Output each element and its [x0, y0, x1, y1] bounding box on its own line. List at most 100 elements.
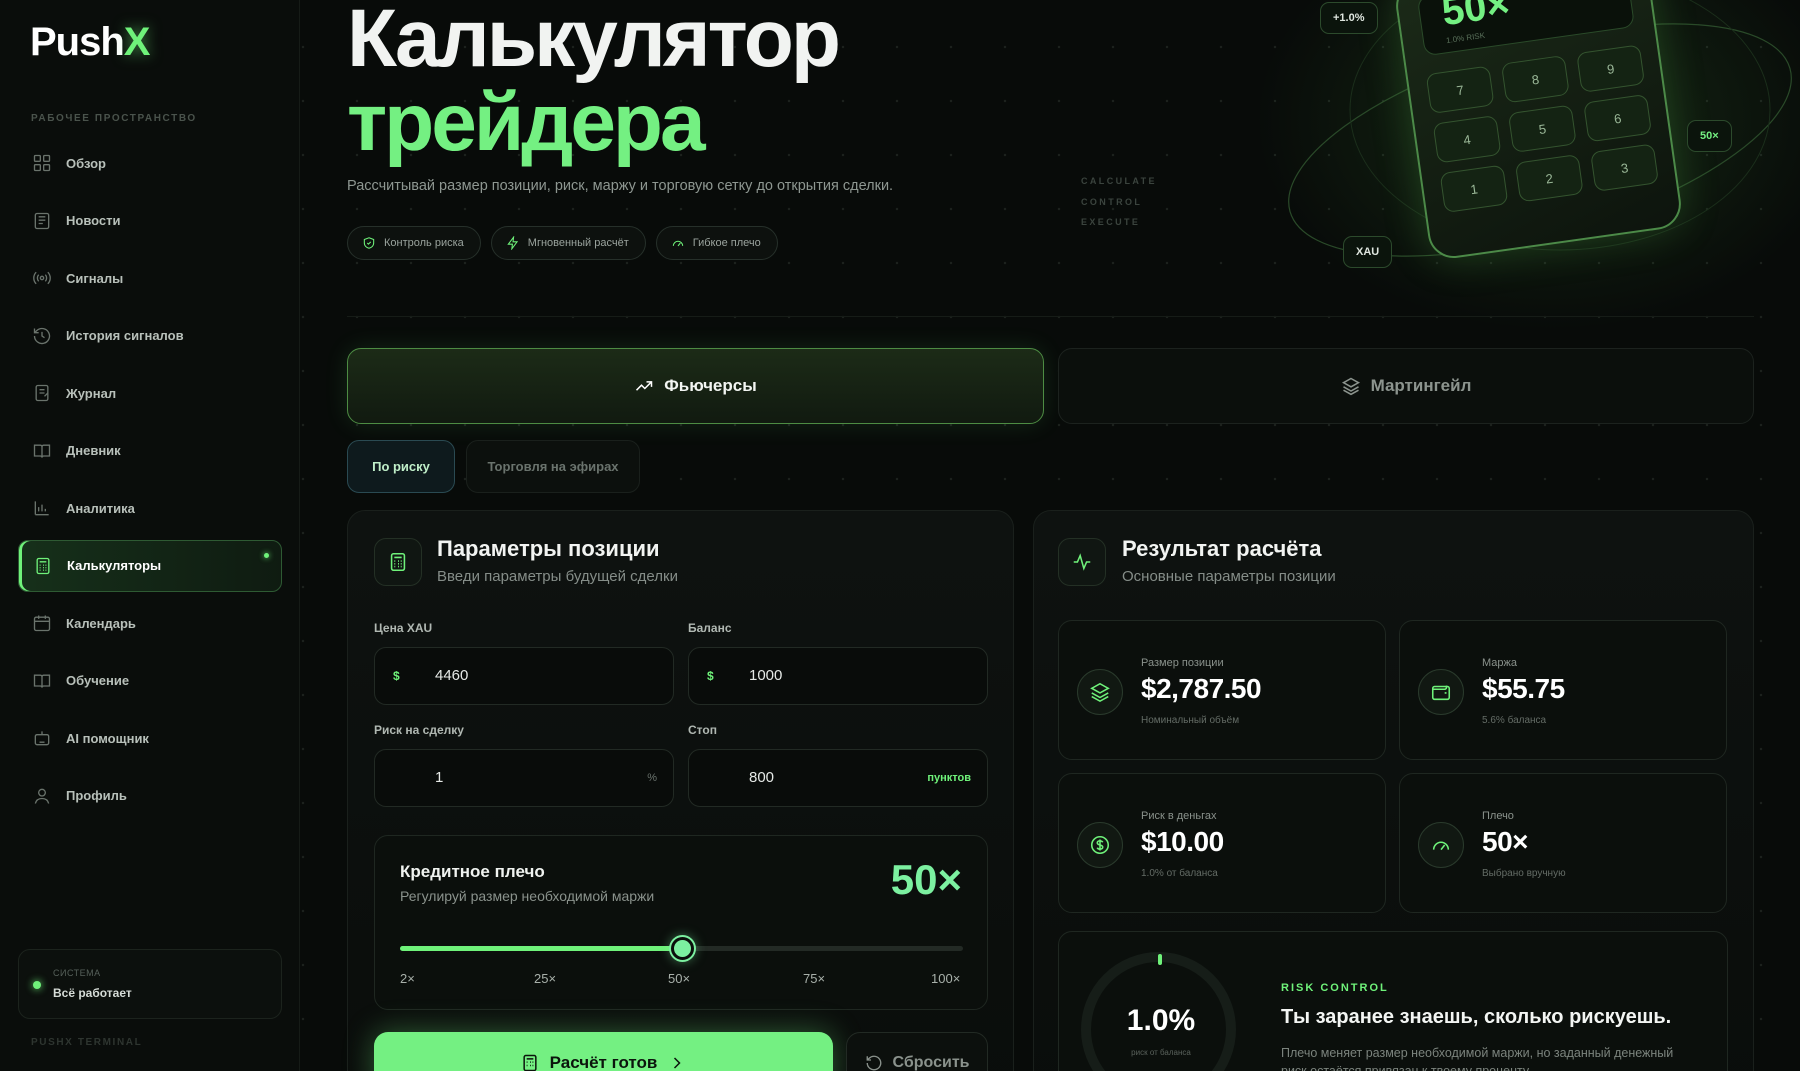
- chip-instant-calc: Мгновенный расчёт: [490, 226, 646, 260]
- calculator-key: 6: [1583, 93, 1653, 143]
- calculator-key: 2: [1514, 153, 1584, 203]
- stat-icon: [1418, 669, 1464, 715]
- dollar-circle-icon: [1090, 835, 1110, 855]
- hero-divider: [347, 316, 1754, 317]
- hero-tag-asset: XAU: [1343, 236, 1393, 268]
- wallet-icon: [1431, 685, 1451, 701]
- reset-button-label: Сбросить: [892, 1054, 970, 1071]
- calculate-button[interactable]: Расчёт готов: [374, 1032, 833, 1071]
- workspace-section-label: РАБОЧЕЕ ПРОСТРАНСТВО: [31, 113, 197, 124]
- leverage-slider-fill: [400, 946, 682, 951]
- sidebar-item-overview[interactable]: Обзор: [18, 137, 282, 189]
- stat-icon: [1418, 822, 1464, 868]
- leverage-title: Кредитное плечо: [400, 862, 545, 881]
- result-card-title: Результат расчёта: [1122, 536, 1322, 561]
- bar-chart-icon: [34, 501, 49, 516]
- hero-slogan: CALCULATE CONTROL EXECUTE: [1081, 171, 1157, 233]
- sidebar-item-diary[interactable]: Дневник: [18, 425, 282, 477]
- stat-note: 5.6% баланса: [1482, 715, 1547, 726]
- stat-value: $10.00: [1141, 826, 1224, 857]
- calculator-key: 7: [1425, 65, 1495, 115]
- trending-up-icon: [636, 381, 653, 391]
- sidebar-item-calendar[interactable]: Календарь: [18, 597, 282, 649]
- tab-martingale[interactable]: Мартингейл: [1058, 348, 1754, 424]
- leverage-subtitle: Регулируй размер необходимой маржи: [400, 888, 655, 904]
- book-open-icon: [33, 674, 51, 688]
- sidebar-item-label: Калькуляторы: [67, 558, 162, 573]
- leverage-tick: 50×: [668, 971, 691, 986]
- leverage-slider-thumb[interactable]: [670, 937, 694, 960]
- system-status-text: Всё работает: [53, 986, 132, 1000]
- layers-icon: [1341, 377, 1360, 396]
- chip-risk-control: Контроль риска: [347, 226, 481, 260]
- system-status-card: СИСТЕМА Всё работает: [18, 949, 282, 1019]
- points-suffix: пунктов: [927, 772, 971, 784]
- stat-note: Номинальный объём: [1141, 715, 1240, 726]
- price-input[interactable]: $ 4460: [374, 647, 674, 705]
- calculate-button-label: Расчёт готов: [549, 1053, 658, 1071]
- sidebar-item-signal-history[interactable]: История сигналов: [18, 310, 282, 362]
- balance-label: Баланс: [688, 621, 732, 635]
- slogan-line: CALCULATE: [1081, 176, 1157, 186]
- hero-tag-leverage: 50×: [1687, 120, 1732, 152]
- sidebar-item-ai-assistant[interactable]: AI помощник: [18, 712, 282, 764]
- subtab-by-risk[interactable]: По риску: [347, 440, 455, 493]
- result-card-subtitle: Основные параметры позиции: [1122, 568, 1336, 585]
- risk-gauge-value: 1.0%: [1126, 1004, 1196, 1037]
- calculator-icon: [523, 1054, 537, 1071]
- calculator-key: 4: [1432, 115, 1502, 164]
- sidebar-item-label: Новости: [66, 213, 121, 228]
- sidebar-item-label: Обучение: [66, 673, 130, 688]
- risk-control-text: Плечо меняет размер необходимой маржи, н…: [1281, 1046, 1674, 1071]
- layers-icon: [1090, 682, 1110, 703]
- tab-futures[interactable]: Фьючерсы: [347, 348, 1044, 424]
- stat-risk-money: Риск в деньгах $10.00 1.0% от баланса: [1058, 773, 1386, 913]
- params-card-title: Параметры позиции: [437, 536, 660, 561]
- reset-button[interactable]: Сбросить: [846, 1032, 988, 1071]
- hero-tag-risk: +1.0%: [1320, 2, 1378, 34]
- sidebar-item-label: Дневник: [66, 443, 121, 458]
- sidebar-item-calculators[interactable]: Калькуляторы: [18, 539, 282, 592]
- risk-control-card: 1.0% риск от баланса RISK CONTROL Ты зар…: [1058, 931, 1728, 1071]
- balance-input[interactable]: $ 1000: [688, 647, 988, 705]
- sidebar-item-signals[interactable]: Сигналы: [18, 252, 282, 304]
- risk-control-eyebrow: RISK CONTROL: [1281, 982, 1389, 994]
- hero-calculator-illustration: 50× 1.0% RISK 7 8 9 4 5 6 1 2 3: [1392, 0, 1685, 262]
- params-card-icon: [374, 538, 422, 586]
- sidebar-item-label: AI помощник: [66, 730, 149, 746]
- leverage-slider[interactable]: [400, 937, 963, 960]
- stop-label: Стоп: [688, 723, 717, 737]
- grid-icon: [33, 154, 51, 172]
- sidebar-footer: PUSHX TERMINAL: [31, 1037, 143, 1048]
- brand-logo[interactable]: PushX: [30, 20, 150, 65]
- stat-note: 1.0% от баланса: [1141, 868, 1218, 879]
- stat-caption: Размер позиции: [1141, 657, 1224, 669]
- sidebar-item-learning[interactable]: Обучение: [18, 655, 282, 707]
- currency-prefix: $: [707, 669, 714, 683]
- leverage-tick: 75×: [803, 971, 826, 986]
- sidebar-item-journal[interactable]: Журнал: [18, 367, 282, 419]
- currency-prefix: $: [393, 669, 400, 683]
- book-icon: [33, 444, 51, 458]
- risk-input[interactable]: 1 %: [374, 749, 674, 807]
- percent-suffix: %: [647, 772, 657, 784]
- calculator-key: 3: [1590, 143, 1660, 192]
- sidebar-nav: Обзор Новости Сигналы История сигналов Ж…: [18, 137, 282, 827]
- gauge-icon: [672, 240, 683, 247]
- risk-label: Риск на сделку: [374, 723, 464, 737]
- gauge-icon: [1432, 841, 1450, 851]
- stat-note: Выбрано вручную: [1482, 868, 1566, 879]
- price-label: Цена XAU: [374, 621, 433, 635]
- stat-icon: [1077, 822, 1123, 868]
- sidebar-item-analytics[interactable]: Аналитика: [18, 482, 282, 534]
- stat-value: $2,787.50: [1141, 673, 1262, 704]
- stat-margin: Маржа $55.75 5.6% баланса: [1399, 620, 1727, 760]
- calculator-key: 9: [1576, 44, 1646, 93]
- sidebar-item-news[interactable]: Новости: [18, 195, 282, 247]
- shield-check-icon: [363, 237, 375, 249]
- subtab-ether-trading[interactable]: Торговля на эфирах: [466, 440, 640, 493]
- sidebar-item-label: Календарь: [66, 615, 136, 631]
- sidebar-item-profile[interactable]: Профиль: [18, 770, 282, 822]
- stop-input[interactable]: 800 пунктов: [688, 749, 988, 807]
- result-card-icon: [1058, 538, 1106, 586]
